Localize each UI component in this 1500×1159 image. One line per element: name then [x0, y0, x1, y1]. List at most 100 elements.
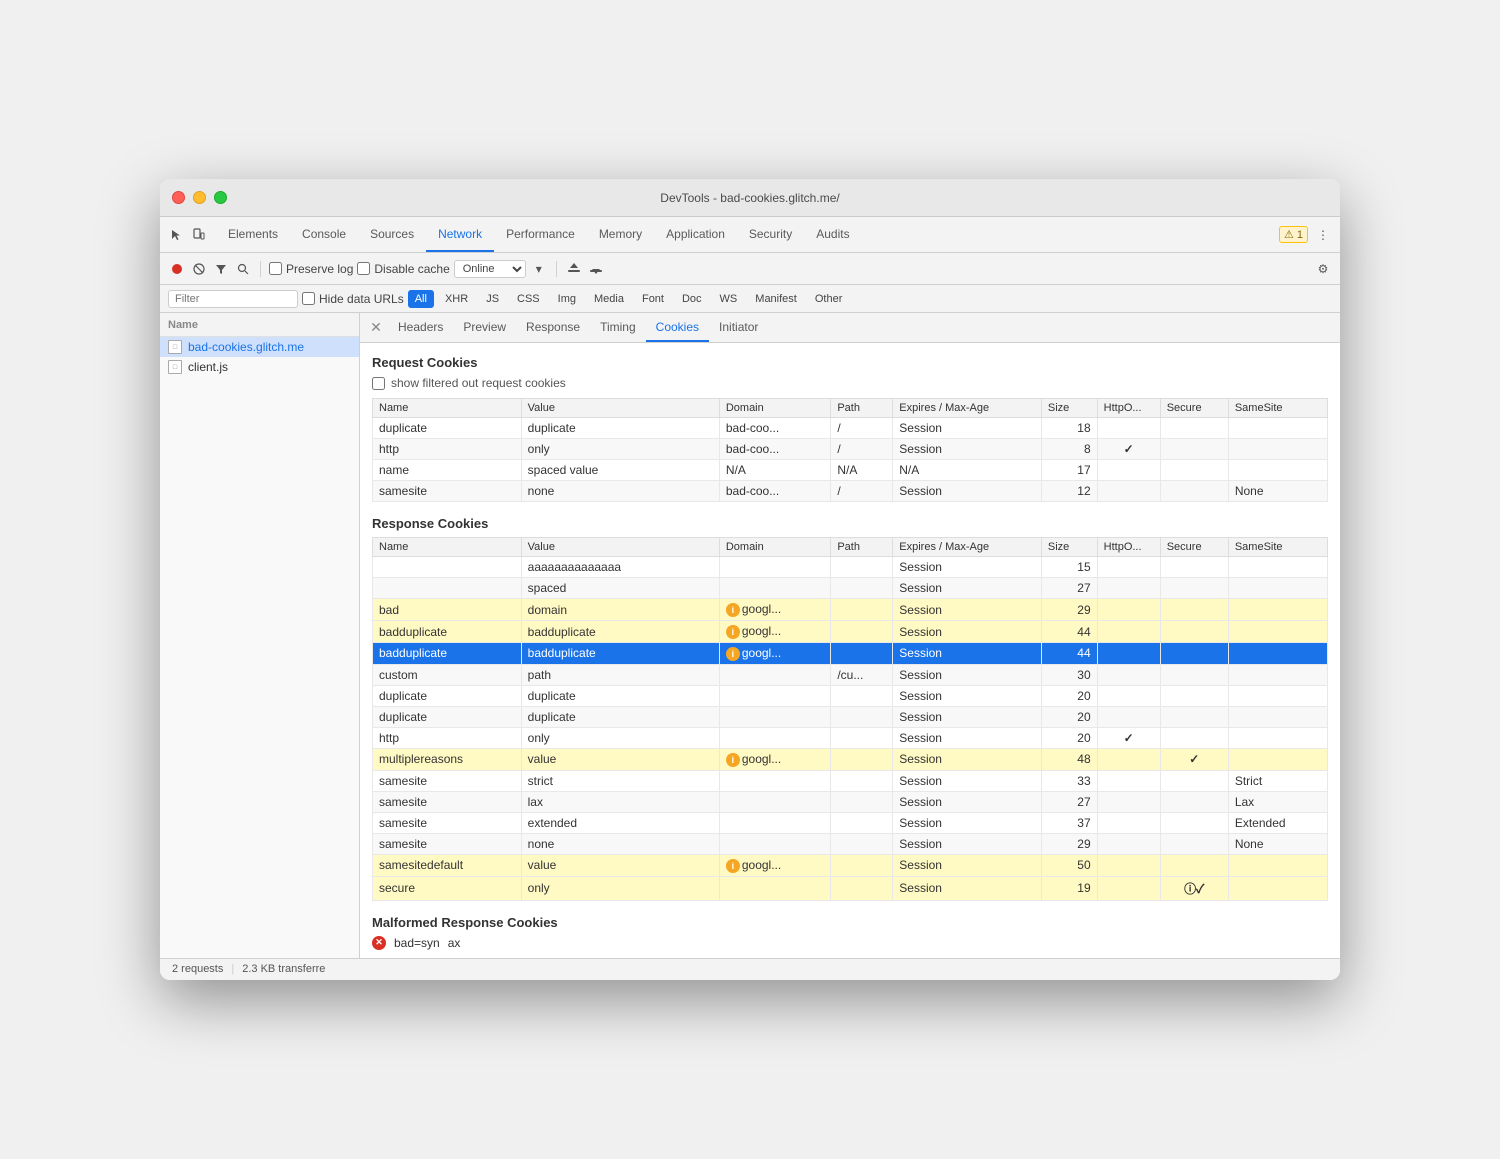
- search-icon[interactable]: [234, 260, 252, 278]
- sidebar-item-label: client.js: [188, 360, 228, 374]
- traffic-lights: [172, 191, 227, 204]
- disable-cache-checkbox[interactable]: [357, 262, 370, 275]
- filter-icon[interactable]: [212, 260, 230, 278]
- window-title: DevTools - bad-cookies.glitch.me/: [660, 191, 839, 205]
- sidebar-item-bad-cookies[interactable]: □ bad-cookies.glitch.me: [160, 337, 359, 357]
- tab-performance[interactable]: Performance: [494, 217, 587, 252]
- tab-headers[interactable]: Headers: [388, 313, 453, 342]
- device-icon[interactable]: [190, 226, 208, 244]
- titlebar: DevTools - bad-cookies.glitch.me/: [160, 179, 1340, 217]
- show-filtered-label: show filtered out request cookies: [391, 376, 566, 390]
- preserve-log-group: Preserve log: [269, 262, 353, 276]
- table-row[interactable]: duplicateduplicatebad-coo.../Session18: [373, 418, 1328, 439]
- tab-response[interactable]: Response: [516, 313, 590, 342]
- sidebar: Name □ bad-cookies.glitch.me □ client.js: [160, 313, 360, 957]
- tab-memory[interactable]: Memory: [587, 217, 654, 252]
- close-button[interactable]: [172, 191, 185, 204]
- table-row[interactable]: multiplereasonsvalueigoogl...Session48✓: [373, 748, 1328, 770]
- table-row[interactable]: samesitestrictSession33Strict: [373, 770, 1328, 791]
- warning-badge: ⚠1: [1279, 226, 1308, 243]
- filter-input[interactable]: [168, 290, 298, 308]
- tab-elements[interactable]: Elements: [216, 217, 290, 252]
- table-row[interactable]: duplicateduplicateSession20: [373, 685, 1328, 706]
- content-panel: ✕ Headers Preview Response Timing Cookie…: [360, 313, 1340, 957]
- more-options-icon[interactable]: ⋮: [1314, 226, 1332, 244]
- preserve-log-checkbox[interactable]: [269, 262, 282, 275]
- panel-tab-bar: ✕ Headers Preview Response Timing Cookie…: [360, 313, 1340, 343]
- hide-data-urls-group: Hide data URLs: [302, 292, 404, 306]
- res-col-header-value: Value: [521, 538, 719, 557]
- table-row[interactable]: badduplicatebadduplicateigoogl...Session…: [373, 621, 1328, 643]
- table-row[interactable]: baddomainigoogl...Session29: [373, 599, 1328, 621]
- tab-network[interactable]: Network: [426, 217, 494, 252]
- tab-console[interactable]: Console: [290, 217, 358, 252]
- table-row[interactable]: samesitelaxSession27Lax: [373, 791, 1328, 812]
- network-throttle-select[interactable]: Online Fast 3G Slow 3G Offline: [454, 260, 526, 278]
- filter-manifest-btn[interactable]: Manifest: [748, 290, 804, 308]
- malformed-item-0: bad=syn: [394, 936, 440, 950]
- table-row[interactable]: duplicateduplicateSession20: [373, 706, 1328, 727]
- tab-audits[interactable]: Audits: [804, 217, 861, 252]
- table-row[interactable]: aaaaaaaaaaaaaaSession15: [373, 557, 1328, 578]
- response-cookies-table: Name Value Domain Path Expires / Max-Age…: [372, 537, 1328, 900]
- tab-initiator[interactable]: Initiator: [709, 313, 768, 342]
- res-col-header-secure: Secure: [1160, 538, 1228, 557]
- maximize-button[interactable]: [214, 191, 227, 204]
- filter-css-btn[interactable]: CSS: [510, 290, 547, 308]
- table-row[interactable]: samesitenoneSession29None: [373, 833, 1328, 854]
- table-row[interactable]: spacedSession27: [373, 578, 1328, 599]
- show-filtered-group: show filtered out request cookies: [372, 376, 1328, 390]
- table-row[interactable]: httponlybad-coo.../Session8✓: [373, 439, 1328, 460]
- response-cookies-title: Response Cookies: [372, 516, 1328, 531]
- sidebar-header: Name: [160, 313, 359, 337]
- col-header-secure: Secure: [1160, 399, 1228, 418]
- filter-all-btn[interactable]: All: [408, 290, 434, 308]
- network-toolbar: Preserve log Disable cache Online Fast 3…: [160, 253, 1340, 285]
- table-row[interactable]: secureonlySession19ⓘ✓: [373, 876, 1328, 900]
- show-filtered-checkbox[interactable]: [372, 377, 385, 390]
- table-row[interactable]: samesitenonebad-coo.../Session12None: [373, 481, 1328, 502]
- filter-other-btn[interactable]: Other: [808, 290, 850, 308]
- error-icon: ✕: [372, 936, 386, 950]
- clear-button[interactable]: [190, 260, 208, 278]
- filter-img-btn[interactable]: Img: [551, 290, 583, 308]
- minimize-button[interactable]: [193, 191, 206, 204]
- throttle-dropdown-icon[interactable]: ▾: [530, 260, 548, 278]
- filter-doc-btn[interactable]: Doc: [675, 290, 709, 308]
- tab-application[interactable]: Application: [654, 217, 737, 252]
- devtools-tab-bar: Elements Console Sources Network Perform…: [160, 217, 1340, 253]
- tab-cookies[interactable]: Cookies: [646, 313, 709, 342]
- requests-count: 2 requests: [172, 963, 223, 975]
- hide-data-urls-checkbox[interactable]: [302, 292, 315, 305]
- table-row[interactable]: badduplicatebadduplicateigoogl...Session…: [373, 643, 1328, 665]
- filter-media-btn[interactable]: Media: [587, 290, 631, 308]
- res-col-header-size: Size: [1041, 538, 1097, 557]
- col-header-value: Value: [521, 399, 719, 418]
- tab-preview[interactable]: Preview: [453, 313, 516, 342]
- filter-bar: Hide data URLs All XHR JS CSS Img Media …: [160, 285, 1340, 313]
- col-header-size: Size: [1041, 399, 1097, 418]
- table-row[interactable]: samesitedefaultvalueigoogl...Session50: [373, 854, 1328, 876]
- table-row[interactable]: custompath/cu...Session30: [373, 664, 1328, 685]
- filter-ws-btn[interactable]: WS: [713, 290, 745, 308]
- res-col-header-samesite: SameSite: [1228, 538, 1327, 557]
- upload-icon[interactable]: [565, 260, 583, 278]
- record-button[interactable]: [168, 260, 186, 278]
- filter-font-btn[interactable]: Font: [635, 290, 671, 308]
- panel-close-btn[interactable]: ✕: [368, 320, 384, 336]
- tab-sources[interactable]: Sources: [358, 217, 426, 252]
- table-row[interactable]: samesiteextendedSession37Extended: [373, 812, 1328, 833]
- tab-timing[interactable]: Timing: [590, 313, 646, 342]
- sidebar-item-client-js[interactable]: □ client.js: [160, 357, 359, 377]
- statusbar: 2 requests | 2.3 KB transferre: [160, 958, 1340, 980]
- request-cookies-table: Name Value Domain Path Expires / Max-Age…: [372, 398, 1328, 502]
- download-icon[interactable]: [587, 260, 605, 278]
- filter-xhr-btn[interactable]: XHR: [438, 290, 475, 308]
- table-row[interactable]: httponlySession20✓: [373, 727, 1328, 748]
- settings-icon[interactable]: ⚙: [1314, 260, 1332, 278]
- table-row[interactable]: namespaced valueN/AN/AN/A17: [373, 460, 1328, 481]
- tab-security[interactable]: Security: [737, 217, 804, 252]
- filter-js-btn[interactable]: JS: [479, 290, 506, 308]
- cursor-icon[interactable]: [168, 226, 186, 244]
- res-col-header-path: Path: [831, 538, 893, 557]
